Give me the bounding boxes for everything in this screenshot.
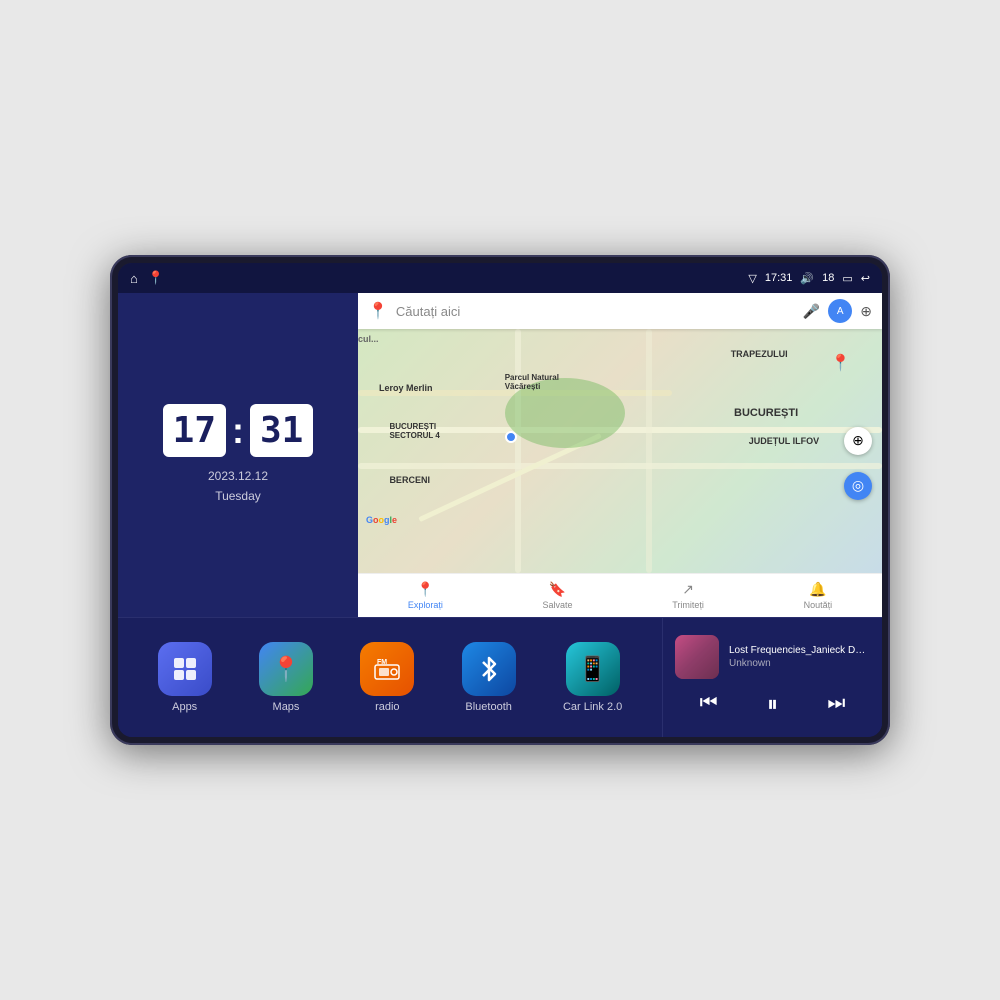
- music-prev-button[interactable]: ⏮: [696, 688, 722, 719]
- car-head-unit: ⌂ 📍 ▽ 17:31 🔊 18 ▭ ↩ 17 : 31: [110, 255, 890, 745]
- volume-icon: 🔊: [800, 272, 814, 285]
- top-row: 17 : 31 2023.12.12 Tuesday 📍 Căutați aic…: [118, 293, 882, 617]
- map-footer-news[interactable]: 🔔 Noutăți: [804, 581, 833, 610]
- map-label-ilfov: JUDEȚUL ILFOV: [749, 436, 819, 446]
- map-label-berceni: BERCENI: [389, 475, 430, 485]
- map-saved-label: Salvate: [543, 600, 573, 610]
- map-label-parc: Parcul NaturalVăcărești: [505, 373, 559, 391]
- map-road-v2: [646, 329, 652, 573]
- music-next-button[interactable]: ⏭: [823, 688, 849, 719]
- apps-section: Apps 📍 Maps FM: [118, 618, 662, 737]
- map-search-input[interactable]: Căutați aici: [396, 304, 795, 319]
- music-info: Lost Frequencies_Janieck Devy-... Unknow…: [675, 635, 870, 679]
- map-user-avatar[interactable]: A: [828, 299, 852, 323]
- map-news-icon: 🔔: [809, 581, 826, 598]
- map-mic-icon[interactable]: 🎤: [803, 303, 820, 320]
- map-header-icons: 🎤 A ⊕: [803, 299, 872, 323]
- map-visual: TRAPEZULUI BUCUREȘTI JUDEȚUL ILFOV BERCE…: [358, 329, 882, 573]
- status-time: 17:31: [765, 272, 793, 284]
- clock-panel: 17 : 31 2023.12.12 Tuesday: [118, 293, 358, 617]
- apps-label: Apps: [172, 701, 197, 713]
- map-footer-nav: 📍 Explorați 🔖 Salvate ↗ Trimiteți 🔔: [358, 573, 882, 617]
- map-search-pin-icon: 📍: [368, 301, 388, 321]
- map-news-label: Noutăți: [804, 600, 833, 610]
- google-logo: Google: [366, 515, 397, 525]
- map-send-label: Trimiteți: [672, 600, 704, 610]
- map-label-leroy: Leroy Merlin: [379, 383, 433, 393]
- map-footer-send[interactable]: ↗ Trimiteți: [672, 581, 704, 610]
- music-title: Lost Frequencies_Janieck Devy-...: [729, 645, 870, 656]
- map-label-sector4: BUCUREȘTISECTORUL 4: [389, 422, 439, 440]
- app-item-maps[interactable]: 📍 Maps: [259, 642, 313, 713]
- battery-icon: ▭: [842, 272, 852, 285]
- status-right: ▽ 17:31 🔊 18 ▭ ↩: [748, 272, 870, 285]
- music-section: Lost Frequencies_Janieck Devy-... Unknow…: [662, 618, 882, 737]
- map-send-icon: ↗: [682, 581, 694, 598]
- map-saved-icon: 🔖: [549, 581, 566, 598]
- screen: ⌂ 📍 ▽ 17:31 🔊 18 ▭ ↩ 17 : 31: [118, 263, 882, 737]
- clock-display: 17 : 31: [163, 404, 314, 457]
- bluetooth-label: Bluetooth: [465, 701, 511, 713]
- maps-label: Maps: [273, 701, 300, 713]
- radio-label: radio: [375, 701, 399, 713]
- app-item-apps[interactable]: Apps: [158, 642, 212, 713]
- map-search-bar[interactable]: 📍 Căutați aici 🎤 A ⊕: [358, 293, 882, 329]
- status-left: ⌂ 📍: [130, 270, 164, 286]
- map-label-cui: cul...: [358, 334, 379, 344]
- map-location-btn[interactable]: ◎: [844, 472, 872, 500]
- app-item-radio[interactable]: FM radio: [360, 642, 414, 713]
- music-thumbnail: [675, 635, 719, 679]
- map-panel[interactable]: 📍 Căutați aici 🎤 A ⊕: [358, 293, 882, 617]
- back-icon[interactable]: ↩: [861, 272, 870, 285]
- map-label-bucuresti: BUCUREȘTI: [734, 407, 798, 419]
- map-footer-saved[interactable]: 🔖 Salvate: [543, 581, 573, 610]
- maps-icon: 📍: [259, 642, 313, 696]
- clock-colon: :: [232, 410, 244, 452]
- bottom-row: Apps 📍 Maps FM: [118, 617, 882, 737]
- app-item-bluetooth[interactable]: Bluetooth: [462, 642, 516, 713]
- music-text: Lost Frequencies_Janieck Devy-... Unknow…: [729, 645, 870, 669]
- map-explore-icon: 📍: [417, 581, 434, 598]
- apps-icon: [158, 642, 212, 696]
- signal-icon: ▽: [748, 272, 756, 285]
- music-play-button[interactable]: ⏸: [763, 687, 782, 721]
- map-footer-explore[interactable]: 📍 Explorați: [408, 581, 443, 610]
- svg-text:FM: FM: [377, 659, 387, 666]
- map-road-h2: [358, 463, 882, 469]
- clock-date: 2023.12.12 Tuesday: [208, 467, 268, 505]
- battery-level: 18: [822, 272, 834, 284]
- carlink-icon: 📱: [566, 642, 620, 696]
- map-layers-icon[interactable]: ⊕: [860, 303, 872, 320]
- map-road-v1: [515, 329, 521, 573]
- status-bar: ⌂ 📍 ▽ 17:31 🔊 18 ▭ ↩: [118, 263, 882, 293]
- carlink-label: Car Link 2.0: [563, 701, 622, 713]
- radio-icon: FM: [360, 642, 414, 696]
- clock-hour: 17: [163, 404, 226, 457]
- main-area: 17 : 31 2023.12.12 Tuesday 📍 Căutați aic…: [118, 293, 882, 737]
- map-explore-label: Explorați: [408, 600, 443, 610]
- bluetooth-icon: [462, 642, 516, 696]
- map-red-pin: 📍: [831, 353, 851, 373]
- maps-shortcut-icon[interactable]: 📍: [148, 270, 164, 286]
- music-artist: Unknown: [729, 658, 870, 669]
- map-compass-btn[interactable]: ⊕: [844, 427, 872, 455]
- music-controls: ⏮ ⏸ ⏭: [675, 687, 870, 721]
- home-icon[interactable]: ⌂: [130, 271, 138, 286]
- app-item-carlink[interactable]: 📱 Car Link 2.0: [563, 642, 622, 713]
- clock-minute: 31: [250, 404, 313, 457]
- map-label-trapezului: TRAPEZULUI: [731, 349, 788, 359]
